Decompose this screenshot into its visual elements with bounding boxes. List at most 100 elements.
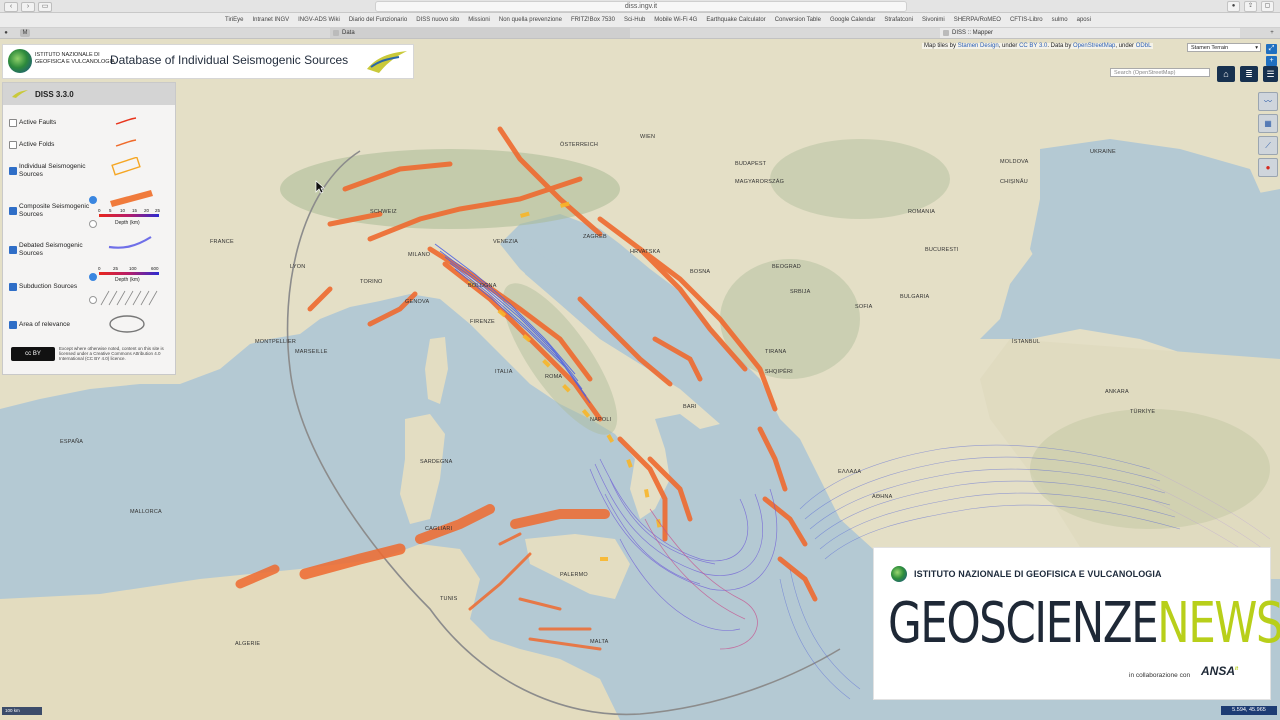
place-label: LYON <box>290 264 306 270</box>
checkbox[interactable] <box>9 207 17 215</box>
bookmark-item[interactable]: Conversion Table <box>775 13 821 27</box>
measure-icon[interactable]: ⟋ <box>1258 136 1278 155</box>
place-label: MALLORCA <box>130 509 162 515</box>
composite-radio-depth[interactable] <box>89 196 97 204</box>
zoom-in-button[interactable]: + <box>1266 56 1277 66</box>
checkbox[interactable] <box>9 141 17 149</box>
layers-icon[interactable]: ≣ <box>1240 66 1258 82</box>
tab-data[interactable]: Data <box>330 28 630 38</box>
stamen-link[interactable]: Stamen Design <box>958 43 999 49</box>
bookmark-item[interactable]: Sci-Hub <box>624 13 645 27</box>
search-input[interactable]: Search (OpenStreetMap) <box>1110 68 1210 77</box>
bookmark-item[interactable]: Mobile Wi-Fi 4G <box>654 13 697 27</box>
attribution-text: . Data by <box>1047 43 1072 49</box>
place-label: SOFIA <box>855 304 873 310</box>
tile-layer-select[interactable]: Stamen Terrain ▾ <box>1187 43 1261 52</box>
cc-by-badge-icon[interactable]: cc BY <box>11 347 55 361</box>
tab-diss-mapper[interactable]: DISS :: Mapper <box>940 28 1240 38</box>
place-label: PALERMO <box>560 572 588 578</box>
place-label: MILANO <box>408 252 431 258</box>
bookmark-item[interactable]: Missioni <box>468 13 490 27</box>
subduction-radio-depth[interactable] <box>89 273 97 281</box>
bookmark-item[interactable]: CFTIS-Libro <box>1010 13 1043 27</box>
seismogram-icon[interactable]: 〰 <box>1258 92 1278 111</box>
place-label: SRBIJA <box>790 289 811 295</box>
browser-actions: ● ⇪ ▢ <box>1227 1 1274 12</box>
relief-carpathians <box>770 139 950 219</box>
depth-tick: 25 <box>155 208 161 213</box>
sidebar-icon[interactable]: ▭ <box>38 2 52 12</box>
bookmark-item[interactable]: SHERPA/RoMEO <box>954 13 1001 27</box>
bookmark-item[interactable]: Earthquake Calculator <box>706 13 765 27</box>
checkbox[interactable] <box>9 167 17 175</box>
odbl-link[interactable]: ODbL <box>1136 43 1152 49</box>
place-label: ALGERIE <box>235 641 261 647</box>
checkbox[interactable] <box>9 119 17 127</box>
place-label: CAGLIARI <box>425 526 453 532</box>
share-icon[interactable]: ⇪ <box>1244 1 1257 12</box>
bookmark-item[interactable]: FRITZ!Box 7530 <box>571 13 615 27</box>
land-sardinia <box>400 414 445 524</box>
calabrian-subduction-red <box>644 508 758 650</box>
place-label: TIRANA <box>765 349 787 355</box>
address-bar[interactable]: diss.ingv.it <box>375 1 907 12</box>
place-label: GENOVA <box>405 299 430 305</box>
grid-icon[interactable]: ▦ <box>1258 114 1278 133</box>
tab-favicon-icon <box>943 30 949 36</box>
legend-label: Area of relevance <box>19 321 70 328</box>
home-extent-icon[interactable]: ⌂ <box>1217 66 1235 82</box>
checkbox[interactable] <box>9 246 17 254</box>
extensions-icon[interactable]: ● <box>1227 1 1240 12</box>
diss-logo-icon <box>367 51 407 73</box>
legend-label: Active Faults <box>19 119 57 126</box>
subduction-radio-plain[interactable] <box>89 296 97 304</box>
legend-header: DISS 3.3.0 <box>3 83 175 105</box>
browser-titlebar: ‹ › ▭ diss.ingv.it ● ⇪ ▢ <box>0 0 1280 13</box>
depth-tick: 100 <box>129 266 137 271</box>
composite-radio-plain[interactable] <box>89 220 97 228</box>
bookmark-item[interactable]: Sivonimi <box>922 13 945 27</box>
attribution-text: , under <box>1115 43 1135 49</box>
place-label: TÜRKİYE <box>1130 409 1156 415</box>
menu-icon[interactable]: ☰ <box>1263 66 1278 82</box>
tab-favicon-icon <box>333 30 339 36</box>
bookmark-item[interactable]: Google Calendar <box>830 13 875 27</box>
bookmark-item[interactable]: aposi <box>1077 13 1091 27</box>
ansa-logo: ANSAit <box>1201 664 1238 678</box>
brand-part2: NEWS <box>1157 591 1280 656</box>
checkbox[interactable] <box>9 283 17 291</box>
forward-icon[interactable]: › <box>21 2 35 12</box>
checkbox[interactable] <box>9 321 17 329</box>
cc-link[interactable]: CC BY 3.0 <box>1019 43 1047 49</box>
place-label: MAGYARORSZÁG <box>735 179 785 185</box>
bookmark-item[interactable]: Intranet INGV <box>252 13 289 27</box>
depth-tick: 25 <box>113 266 119 271</box>
bookmark-item[interactable]: DISS nuovo sito <box>416 13 459 27</box>
coordinates-readout: 5.594, 45.965 <box>1221 706 1277 715</box>
tabs-icon[interactable]: ▢ <box>1261 1 1274 12</box>
place-label: MOLDOVA <box>1000 159 1029 165</box>
place-label: CHIȘINĂU <box>1000 179 1028 185</box>
back-icon[interactable]: ‹ <box>4 2 18 12</box>
attribution-text: Map tiles by <box>924 43 957 49</box>
new-tab-icon[interactable]: + <box>1268 29 1276 37</box>
osm-link[interactable]: OpenStreetMap <box>1073 43 1115 49</box>
ingv-logo-icon <box>8 49 32 73</box>
partner-name: ANSA <box>1201 664 1236 678</box>
screen: ‹ › ▭ diss.ingv.it ● ⇪ ▢ TiriEye Intranet… <box>0 0 1280 720</box>
legend-label: Composite Seismogenic Sources <box>19 203 90 218</box>
license-text: Except where otherwise noted, content on… <box>59 346 164 362</box>
bookmark-item[interactable]: Strafatconi <box>884 13 913 27</box>
tab-pin-icon[interactable]: ● <box>2 29 10 37</box>
bookmark-item[interactable]: sulmo <box>1052 13 1068 27</box>
bookmark-item[interactable]: Diario del Funzionario <box>349 13 407 27</box>
fullscreen-icon[interactable]: ⤢ <box>1266 44 1277 54</box>
tab-gmail-icon[interactable]: M <box>20 29 30 37</box>
page-title: Database of Individual Seismogenic Sourc… <box>110 53 349 67</box>
bookmark-item[interactable]: Non quella prevenzione <box>499 13 562 27</box>
place-label: WIEN <box>640 134 656 140</box>
bookmark-item[interactable]: INGV-ADS Wiki <box>298 13 340 27</box>
legend-label: Active Folds <box>19 141 55 148</box>
pin-icon[interactable]: ● <box>1258 158 1278 177</box>
bookmark-item[interactable]: TiriEye <box>225 13 243 27</box>
